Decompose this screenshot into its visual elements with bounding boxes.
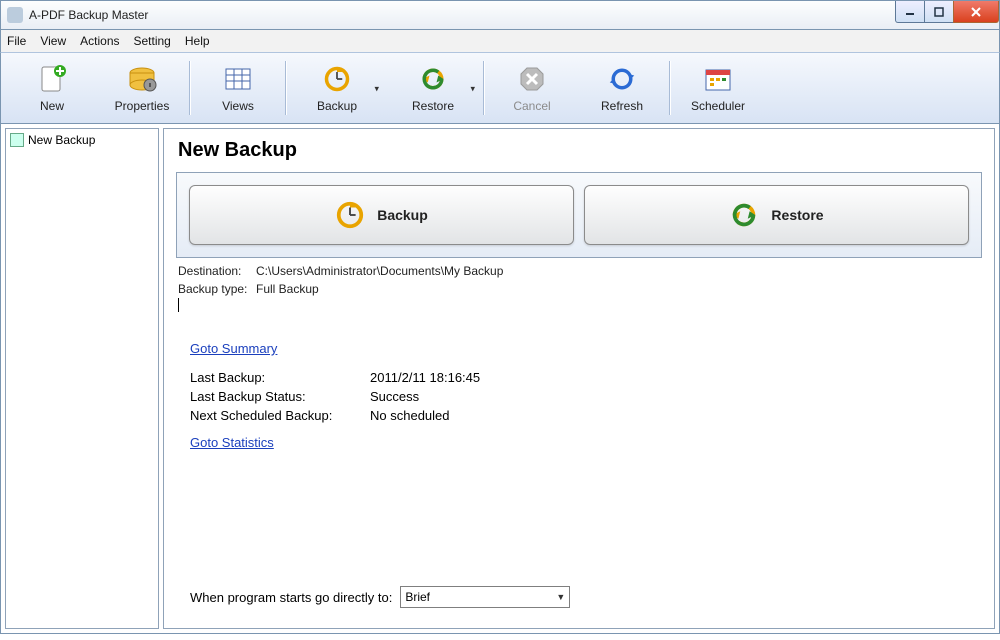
scheduler-icon	[702, 63, 734, 95]
backup-icon	[321, 63, 353, 95]
startup-label: When program starts go directly to:	[190, 590, 392, 605]
chevron-down-icon[interactable]: ▾	[470, 84, 475, 95]
backup-type-value: Full Backup	[256, 280, 319, 298]
restore-icon	[729, 200, 759, 230]
toolbar-separator	[669, 61, 671, 115]
last-backup-label: Last Backup:	[190, 370, 370, 385]
maximize-button[interactable]	[924, 1, 954, 23]
startup-value: Brief	[405, 590, 430, 604]
backup-big-button[interactable]: Backup	[189, 185, 574, 245]
window-controls	[896, 1, 999, 23]
last-backup-value: 2011/2/11 18:16:45	[370, 370, 480, 385]
new-button[interactable]: New	[7, 57, 97, 119]
sidebar-item-new-backup[interactable]: New Backup	[10, 133, 154, 147]
toolbar: New Properties Views Backup ▾ Restore ▾ …	[0, 52, 1000, 124]
restore-big-label: Restore	[771, 207, 823, 223]
sidebar-item-label: New Backup	[28, 133, 95, 147]
refresh-label: Refresh	[601, 99, 643, 113]
refresh-button[interactable]: Refresh	[577, 57, 667, 119]
window-title: A-PDF Backup Master	[29, 8, 148, 22]
app-icon	[7, 7, 23, 23]
backup-label: Backup	[317, 99, 357, 113]
goto-summary-link[interactable]: Goto Summary	[190, 341, 277, 356]
backup-item-icon	[10, 133, 24, 147]
goto-statistics-link[interactable]: Goto Statistics	[190, 435, 274, 450]
cancel-label: Cancel	[513, 99, 550, 113]
menu-bar: File View Actions Setting Help	[0, 30, 1000, 52]
page-title: New Backup	[178, 139, 982, 162]
scheduler-button[interactable]: Scheduler	[673, 57, 763, 119]
chevron-down-icon[interactable]: ▾	[374, 84, 379, 95]
title-bar: A-PDF Backup Master	[0, 0, 1000, 30]
startup-row: When program starts go directly to: Brie…	[190, 586, 570, 608]
backup-icon	[335, 200, 365, 230]
properties-icon	[126, 63, 158, 95]
info-block: Destination: C:\Users\Administrator\Docu…	[176, 258, 982, 321]
refresh-icon	[606, 63, 638, 95]
views-label: Views	[222, 99, 254, 113]
next-scheduled-label: Next Scheduled Backup:	[190, 408, 370, 423]
destination-value: C:\Users\Administrator\Documents\My Back…	[256, 262, 503, 280]
backup-big-label: Backup	[377, 207, 428, 223]
close-button[interactable]	[953, 1, 999, 23]
views-icon	[222, 63, 254, 95]
properties-button[interactable]: Properties	[97, 57, 187, 119]
views-button[interactable]: Views	[193, 57, 283, 119]
chevron-down-icon: ▼	[556, 592, 565, 602]
backup-type-label: Backup type:	[178, 280, 256, 298]
toolbar-separator	[285, 61, 287, 115]
restore-label: Restore	[412, 99, 454, 113]
restore-button[interactable]: Restore ▾	[385, 57, 481, 119]
toolbar-separator	[189, 61, 191, 115]
toolbar-separator	[483, 61, 485, 115]
new-label: New	[40, 99, 64, 113]
menu-help[interactable]: Help	[185, 34, 210, 48]
workspace: New Backup New Backup Backup Restore Des…	[0, 124, 1000, 634]
new-icon	[36, 63, 68, 95]
restore-big-button[interactable]: Restore	[584, 185, 969, 245]
backup-button[interactable]: Backup ▾	[289, 57, 385, 119]
startup-dropdown[interactable]: Brief ▼	[400, 586, 570, 608]
next-scheduled-value: No scheduled	[370, 408, 450, 423]
text-cursor	[178, 298, 179, 312]
action-row: Backup Restore	[176, 172, 982, 258]
last-status-value: Success	[370, 389, 419, 404]
restore-icon	[417, 63, 449, 95]
menu-actions[interactable]: Actions	[80, 34, 119, 48]
menu-file[interactable]: File	[7, 34, 26, 48]
properties-label: Properties	[115, 99, 170, 113]
cancel-icon	[516, 63, 548, 95]
cancel-button: Cancel	[487, 57, 577, 119]
scheduler-label: Scheduler	[691, 99, 745, 113]
side-panel: New Backup	[5, 128, 159, 629]
main-panel: New Backup Backup Restore Destination: C…	[163, 128, 995, 629]
minimize-button[interactable]	[895, 1, 925, 23]
destination-label: Destination:	[178, 262, 256, 280]
menu-view[interactable]: View	[40, 34, 66, 48]
menu-setting[interactable]: Setting	[134, 34, 171, 48]
last-status-label: Last Backup Status:	[190, 389, 370, 404]
summary-area: Goto Summary Last Backup: 2011/2/11 18:1…	[176, 321, 982, 460]
